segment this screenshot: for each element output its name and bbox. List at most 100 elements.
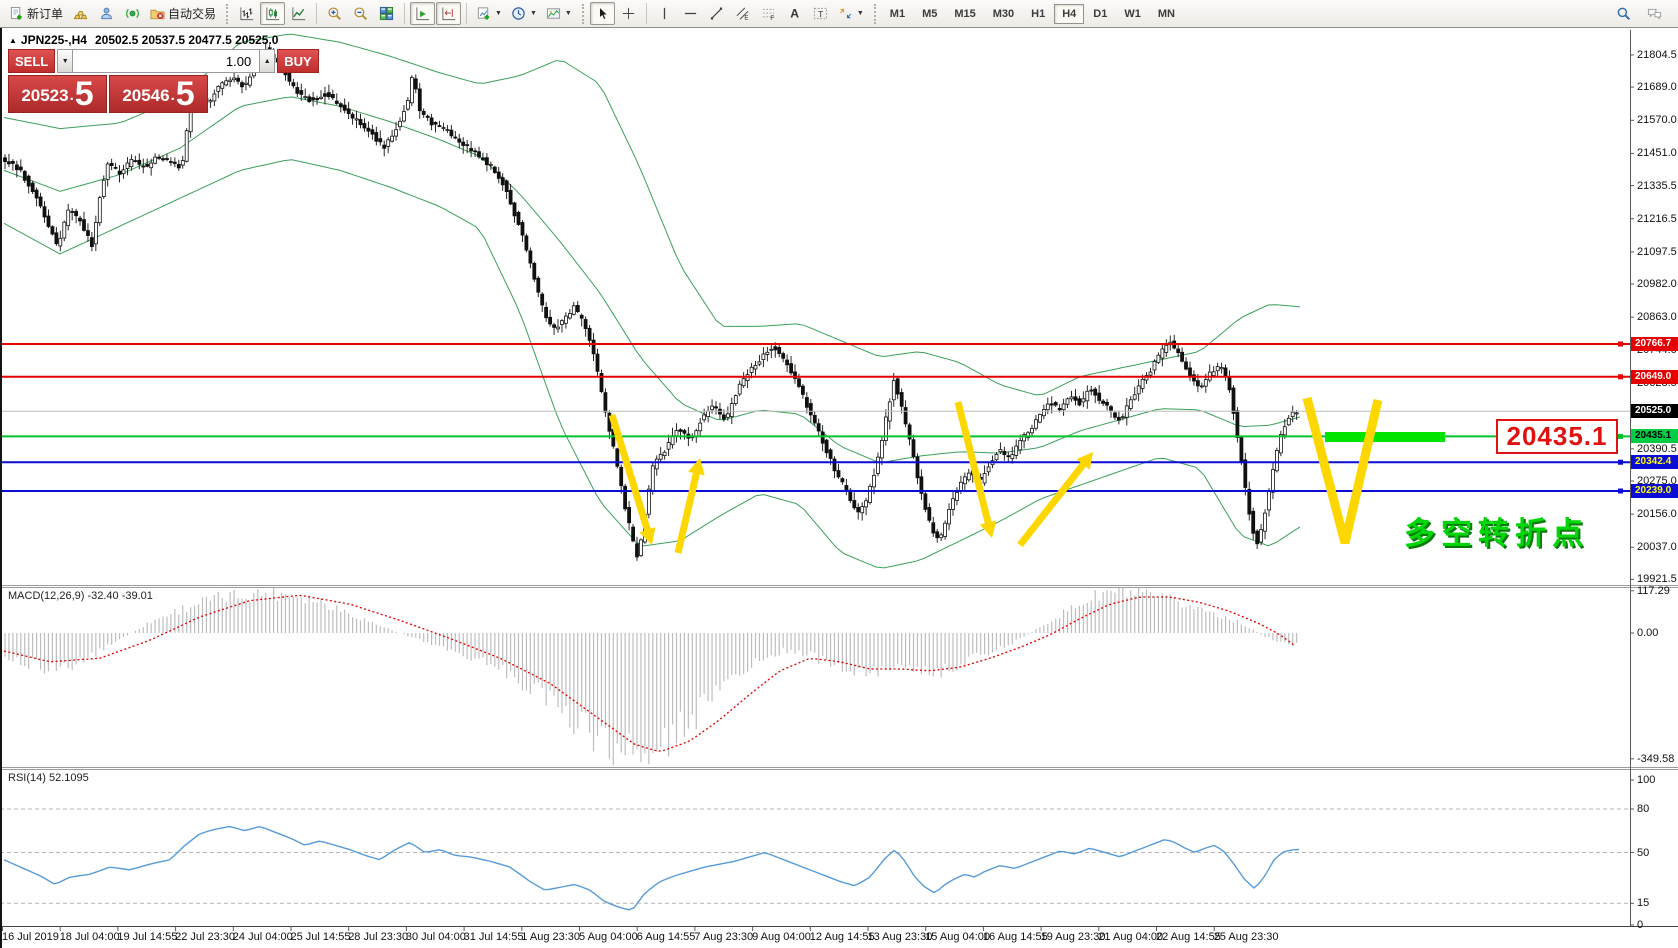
sell-button[interactable]: SELL bbox=[8, 49, 55, 73]
zoom-out-icon bbox=[353, 6, 368, 21]
ohlc-values: 20502.5 20537.5 20477.5 20525.0 bbox=[95, 33, 279, 47]
new-order-button[interactable]: 新订单 bbox=[5, 2, 67, 25]
symbol-title: JPN225-,H4 bbox=[21, 33, 87, 47]
macd-indicator-label: MACD(12,26,9) -32.40 -39.01 bbox=[8, 590, 153, 602]
yellow-arrows[interactable] bbox=[612, 402, 1093, 553]
equidistant-channel-button[interactable]: E bbox=[730, 2, 755, 25]
cursor-button[interactable] bbox=[590, 2, 615, 25]
main-toolbar: 新订单 自动交易 ▼ ▼ ▼ E FAT ▼ M1M5M15M30H1H4D1W1MN bbox=[0, 0, 1678, 28]
gold-bars-button[interactable] bbox=[68, 2, 93, 25]
trendline-icon bbox=[709, 6, 724, 21]
templates-button[interactable]: ▼ bbox=[542, 2, 576, 25]
lot-increase-button[interactable]: ▲ bbox=[259, 49, 275, 73]
v-pattern[interactable] bbox=[1307, 398, 1378, 543]
community-button[interactable] bbox=[94, 2, 119, 25]
periods-button[interactable]: ▼ bbox=[507, 2, 541, 25]
arrow-head-1[interactable] bbox=[688, 458, 705, 476]
panel-collapse-toggle[interactable]: ▲ bbox=[9, 36, 17, 45]
buy-price-dot: . bbox=[171, 82, 175, 110]
bar-chart-button[interactable] bbox=[234, 2, 259, 25]
zoom-in-button[interactable] bbox=[322, 2, 347, 25]
chat-icon bbox=[1647, 6, 1662, 21]
timeframe-m5-button[interactable]: M5 bbox=[914, 4, 945, 24]
dropdown-caret-icon: ▼ bbox=[530, 10, 537, 17]
arrow-head-2[interactable] bbox=[980, 520, 997, 538]
text-icon: A bbox=[787, 6, 802, 21]
arrows-objects-button[interactable]: ▼ bbox=[834, 2, 868, 25]
tile-windows-button[interactable] bbox=[374, 2, 399, 25]
toolbar-grip bbox=[582, 4, 584, 24]
search-icon bbox=[1616, 6, 1631, 21]
toolbar-right-group bbox=[1611, 2, 1673, 25]
support-highlight-bar[interactable] bbox=[1325, 432, 1445, 442]
dropdown-caret-icon: ▼ bbox=[565, 10, 572, 17]
candle-chart-icon bbox=[265, 6, 280, 21]
horizontal-line-button[interactable] bbox=[678, 2, 703, 25]
sell-price-pips: 5 bbox=[75, 78, 94, 110]
lot-decrease-button[interactable]: ▼ bbox=[57, 49, 73, 73]
channel-icon: E bbox=[735, 6, 750, 21]
text-label-icon: T bbox=[813, 6, 828, 21]
candlestick-chart-button[interactable] bbox=[260, 2, 285, 25]
timeframe-w1-button[interactable]: W1 bbox=[1116, 4, 1149, 24]
sell-price-button[interactable]: 20523.5 bbox=[8, 75, 107, 113]
line-chart-icon bbox=[291, 6, 306, 21]
text-label-button[interactable]: T bbox=[808, 2, 833, 25]
sell-price-main: 20523 bbox=[21, 82, 68, 110]
line-chart-button[interactable] bbox=[286, 2, 311, 25]
bollinger-lower-line bbox=[4, 160, 1300, 568]
timeframe-h4-button[interactable]: H4 bbox=[1054, 4, 1084, 24]
rsi-indicator-label: RSI(14) 52.1095 bbox=[8, 772, 89, 784]
fibo-icon: F bbox=[761, 6, 776, 21]
vertical-line-button[interactable] bbox=[652, 2, 677, 25]
objects-icon bbox=[838, 6, 853, 21]
toolbar-separator bbox=[646, 3, 647, 24]
buy-price-pips: 5 bbox=[176, 78, 195, 110]
vline-icon bbox=[657, 6, 672, 21]
gold-bars-icon bbox=[73, 6, 88, 21]
chart-shift-button[interactable] bbox=[436, 2, 461, 25]
window-left-border bbox=[0, 28, 2, 948]
buy-price-button[interactable]: 20546.5 bbox=[109, 75, 208, 113]
signals-button[interactable] bbox=[120, 2, 145, 25]
zoom-out-button[interactable] bbox=[348, 2, 373, 25]
svg-text:E: E bbox=[744, 15, 748, 21]
arrow-shaft-1[interactable] bbox=[678, 472, 697, 553]
toolbar-separator bbox=[404, 3, 405, 24]
auto-scroll-button[interactable] bbox=[410, 2, 435, 25]
toolbar-separator bbox=[466, 3, 467, 24]
fibonacci-button[interactable]: F bbox=[756, 2, 781, 25]
crosshair-button[interactable] bbox=[616, 2, 641, 25]
chart-title-bar: ▲ JPN225-,H4 20502.5 20537.5 20477.5 20525… bbox=[9, 33, 278, 47]
trendline-button[interactable] bbox=[704, 2, 729, 25]
text-button[interactable]: A bbox=[782, 2, 807, 25]
signals-icon bbox=[125, 6, 140, 21]
zoom-in-icon bbox=[327, 6, 342, 21]
timeframe-m15-button[interactable]: M15 bbox=[946, 4, 983, 24]
rsi-line bbox=[4, 827, 1299, 910]
bar-chart-icon bbox=[239, 6, 254, 21]
bollinger-middle-line bbox=[4, 97, 1300, 462]
timeframe-mn-button[interactable]: MN bbox=[1150, 4, 1183, 24]
chat-button[interactable] bbox=[1642, 2, 1667, 25]
lot-spinner: ▼ ▲ bbox=[57, 49, 275, 73]
search-button[interactable] bbox=[1611, 2, 1636, 25]
new-chart-button[interactable]: ▼ bbox=[472, 2, 506, 25]
price-annotation-box[interactable]: 20435.1 bbox=[1496, 419, 1618, 454]
autotrading-icon bbox=[150, 6, 165, 21]
timeframe-m30-button[interactable]: M30 bbox=[985, 4, 1022, 24]
autotrading-button-label: 自动交易 bbox=[168, 5, 216, 22]
buy-button[interactable]: BUY bbox=[277, 49, 318, 73]
buy-price-main: 20546 bbox=[122, 82, 169, 110]
autotrading-button[interactable]: 自动交易 bbox=[146, 2, 220, 25]
cursor-icon bbox=[595, 6, 610, 21]
crosshair-icon bbox=[621, 6, 636, 21]
chart-canvas[interactable] bbox=[0, 0, 1678, 948]
timeframe-d1-button[interactable]: D1 bbox=[1085, 4, 1115, 24]
toolbar-grip bbox=[226, 4, 228, 24]
lot-input[interactable] bbox=[73, 49, 259, 73]
timeframe-m1-button[interactable]: M1 bbox=[882, 4, 913, 24]
arrow-shaft-3[interactable] bbox=[1020, 463, 1084, 545]
timeframe-h1-button[interactable]: H1 bbox=[1023, 4, 1053, 24]
turning-point-label[interactable]: 多空转折点 bbox=[1404, 508, 1589, 553]
